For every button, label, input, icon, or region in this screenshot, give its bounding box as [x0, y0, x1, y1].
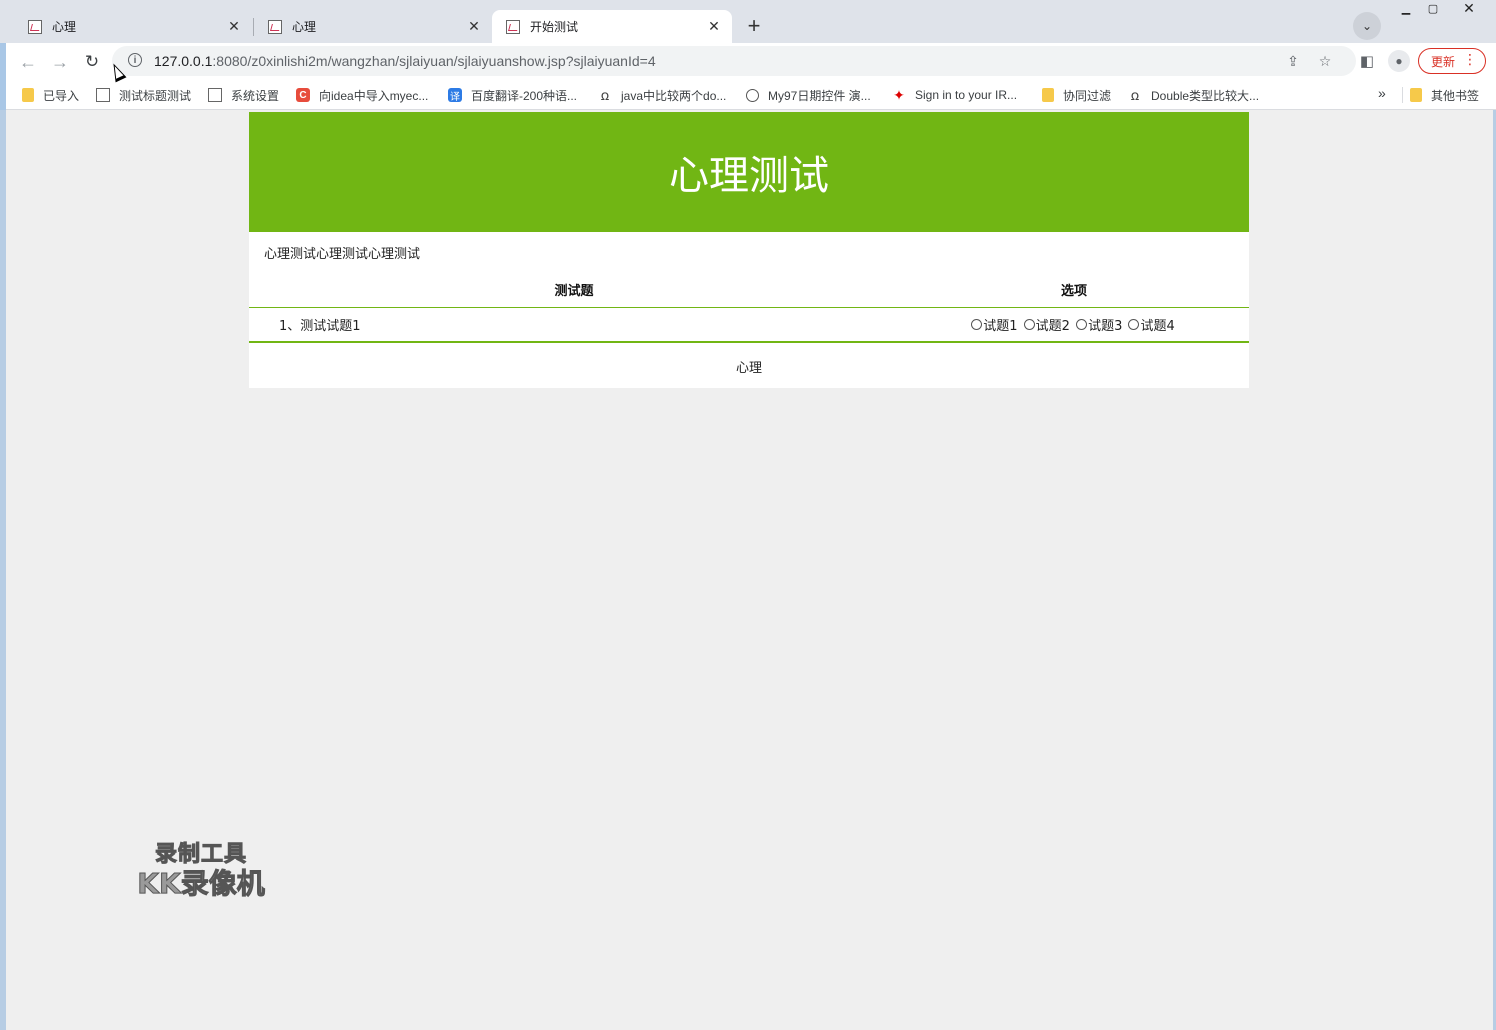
folder-icon	[1042, 88, 1054, 102]
new-tab-button[interactable]: +	[740, 12, 768, 40]
option-label: 试题2	[1035, 319, 1070, 334]
bookmark-label: 测试标题测试	[119, 88, 192, 103]
maximize-icon[interactable]: ▢	[1420, 0, 1446, 16]
more-menu-icon[interactable]: ⋮	[1463, 51, 1477, 68]
tab-1[interactable]: 心理 ✕	[14, 10, 252, 43]
option-label: 试题4	[1140, 319, 1175, 334]
side-panel-icon[interactable]: ◧	[1354, 48, 1380, 74]
bookmarks-overflow-icon[interactable]: »	[1378, 85, 1386, 101]
question-text: 1、测试试题1	[249, 307, 899, 343]
recorder-watermark: 录制工具 KK录像机	[126, 836, 276, 901]
bookmark-item[interactable]: ꭥ java中比较两个do...	[598, 86, 727, 104]
column-header-options: 选项	[899, 272, 1249, 308]
options-cell: 试题1 试题2 试题3 试题4	[899, 307, 1249, 343]
bookmark-item[interactable]: C 向idea中导入myec...	[296, 86, 428, 104]
watermark-line-1: 录制工具	[154, 842, 247, 868]
close-icon[interactable]: ✕	[226, 18, 242, 35]
tab-3-active[interactable]: 开始测试 ✕	[492, 10, 732, 43]
page-viewport: 心理测试 心理测试心理测试心理测试 测试题 选项 1、测试试题1 试题1 试题2…	[6, 110, 1493, 1030]
radio-button[interactable]	[1023, 319, 1035, 330]
page-favicon-icon	[506, 19, 520, 34]
forward-arrow-icon[interactable]: →	[46, 48, 74, 76]
close-icon[interactable]: ✕	[706, 18, 722, 35]
option-4[interactable]: 试题4	[1128, 315, 1175, 334]
globe-icon	[746, 88, 759, 102]
url-text[interactable]: 127.0.0.1:8080/z0xinlishi2m/wangzhan/sjl…	[154, 53, 656, 69]
profile-button[interactable]: ●	[1386, 48, 1412, 74]
close-icon[interactable]: ✕	[466, 18, 482, 35]
tab-title: 心理	[52, 20, 77, 34]
option-1[interactable]: 试题1	[971, 315, 1018, 334]
bookmark-item[interactable]: My97日期控件 演...	[746, 86, 871, 104]
option-2[interactable]: 试题2	[1023, 315, 1070, 334]
translate-icon: 译	[448, 88, 462, 103]
header-banner: 心理测试	[249, 112, 1249, 232]
table-header-row: 测试题 选项	[249, 272, 1249, 308]
other-bookmarks-label: 其他书签	[1431, 88, 1480, 103]
page-favicon-icon	[28, 19, 42, 34]
tab-title: 开始测试	[530, 20, 579, 34]
bookmark-label: 协同过滤	[1063, 88, 1112, 103]
omega-icon: ꭥ	[1130, 86, 1140, 103]
bookmark-label: Sign in to your IR...	[915, 88, 1018, 102]
c-logo-icon: C	[296, 88, 310, 102]
question-table: 测试题 选项 1、测试试题1 试题1 试题2 试题3 试题4	[249, 272, 1249, 343]
content-container: 心理测试 心理测试心理测试心理测试 测试题 选项 1、测试试题1 试题1 试题2…	[249, 112, 1249, 388]
address-bar[interactable]: i 127.0.0.1:8080/z0xinlishi2m/wangzhan/s…	[112, 46, 1356, 76]
bookmark-item[interactable]: 译 百度翻译-200种语...	[448, 86, 577, 104]
folder-icon	[22, 88, 34, 102]
site-info-icon[interactable]: i	[128, 53, 142, 67]
url-host: 127.0.0.1	[154, 53, 213, 69]
tab-title: 心理	[292, 20, 317, 34]
radio-button[interactable]	[1128, 319, 1140, 330]
tab-strip: 心理 ✕ 心理 ✕ 开始测试 ✕ + ⌄ ▁ ▢ ✕	[0, 0, 1496, 43]
bookmark-label: Double类型比较大...	[1151, 88, 1260, 103]
bookmark-label: 向idea中导入myec...	[319, 88, 429, 103]
radio-button[interactable]	[1076, 319, 1088, 330]
folder-icon	[1410, 88, 1422, 102]
tab-2[interactable]: 心理 ✕	[254, 10, 492, 43]
bookmark-item[interactable]: 系统设置	[208, 86, 279, 104]
other-bookmarks-folder[interactable]: 其他书签	[1410, 86, 1479, 104]
bookmark-label: java中比较两个do...	[621, 88, 727, 103]
table-row: 1、测试试题1 试题1 试题2 试题3 试题4	[249, 307, 1249, 343]
option-label: 试题1	[983, 319, 1018, 334]
option-3[interactable]: 试题3	[1076, 315, 1122, 334]
window-close-icon[interactable]: ✕	[1446, 0, 1492, 16]
bookmark-label: 百度翻译-200种语...	[471, 88, 578, 103]
radio-button[interactable]	[971, 319, 983, 330]
image-icon	[96, 88, 110, 102]
omega-icon: ꭥ	[600, 86, 610, 103]
reload-icon[interactable]: ↻	[78, 48, 106, 76]
page-favicon-icon	[268, 19, 282, 34]
intro-text: 心理测试心理测试心理测试	[264, 247, 421, 262]
bookmark-item[interactable]: 测试标题测试	[96, 86, 191, 104]
minimize-icon[interactable]: ▁	[1392, 0, 1420, 16]
bookmark-item[interactable]: ꭥ Double类型比较大...	[1128, 86, 1259, 104]
page-footer: 心理	[735, 360, 762, 376]
image-icon	[208, 88, 222, 102]
watermark-line-2: KK录像机	[137, 867, 265, 900]
column-header-question: 测试题	[249, 272, 899, 308]
update-label: 更新	[1431, 54, 1456, 69]
bookmark-item[interactable]: ✦ Sign in to your IR...	[892, 86, 1017, 104]
tab-search-chevron-icon[interactable]: ⌄	[1353, 12, 1381, 40]
maple-leaf-icon: ✦	[893, 86, 905, 103]
bookmark-divider	[1402, 87, 1403, 103]
update-button[interactable]: 更新 ⋮	[1418, 48, 1486, 74]
bookmark-item[interactable]: 已导入	[22, 86, 79, 104]
bookmark-label: 已导入	[43, 88, 80, 103]
bookmark-label: 系统设置	[231, 88, 280, 103]
bookmark-label: My97日期控件 演...	[768, 88, 871, 103]
page-title: 心理测试	[669, 153, 829, 199]
bookmark-item[interactable]: 协同过滤	[1042, 86, 1111, 104]
option-label: 试题3	[1088, 319, 1123, 334]
bookmark-star-icon[interactable]: ☆	[1316, 52, 1334, 70]
url-path: :8080/z0xinlishi2m/wangzhan/sjlaiyuan/sj…	[212, 53, 656, 69]
back-arrow-icon[interactable]: ←	[14, 48, 42, 76]
bookmarks-bar: 已导入 测试标题测试 系统设置 C 向idea中导入myec... 译 百度翻译…	[6, 80, 1496, 110]
avatar-icon: ●	[1388, 50, 1410, 72]
share-icon[interactable]: ⇪	[1284, 52, 1302, 70]
browser-toolbar: ← → ↻ i 127.0.0.1:8080/z0xinlishi2m/wang…	[6, 43, 1496, 80]
